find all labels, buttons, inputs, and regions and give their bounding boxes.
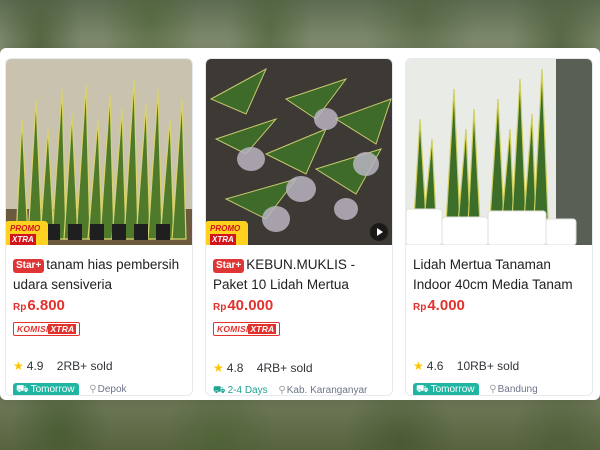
shipping-row: ⛟ Tomorrow ⚲Depok	[13, 383, 127, 395]
star-plus-badge: Star+	[13, 259, 45, 273]
rating-row: ★ 4.6 10RB+ sold	[413, 359, 519, 373]
product-card[interactable]: Lidah Mertua Tanaman Indoor 40cm Media T…	[405, 58, 593, 396]
shipping-tag: ⛟ Tomorrow	[13, 383, 79, 395]
sold-count: 4RB+ sold	[256, 361, 313, 375]
star-plus-badge: Star+	[213, 259, 245, 273]
location-pin-icon: ⚲	[89, 384, 97, 395]
truck-icon: ⛟	[16, 384, 29, 395]
komisi-xtra-badge: KOMISI XTRA	[213, 322, 281, 336]
promo-xtra-label: PROMO XTRA	[6, 221, 48, 245]
promo-xtra-label: PROMO XTRA	[206, 221, 248, 245]
product-grid: PROMO XTRA Star+ tanam hias pembersih uda…	[0, 48, 600, 400]
komisi-xtra-badge: KOMISI XTRA	[13, 322, 81, 336]
shipping-estimate: ⛟ 2-4 Days	[213, 385, 268, 396]
truck-icon: ⛟	[416, 384, 429, 395]
location-pin-icon: ⚲	[278, 385, 286, 396]
rating-row: ★ 4.8 4RB+ sold	[213, 361, 313, 375]
location: ⚲Kab. Karanganyar	[278, 385, 368, 396]
product-image[interactable]: PROMO XTRA	[6, 59, 192, 245]
rating-value: 4.6	[426, 359, 444, 373]
shipping-tag: ⛟ Tomorrow	[413, 383, 479, 395]
rating-value: 4.8	[226, 361, 244, 375]
product-card[interactable]: PROMO XTRA Star+ KEBUN.MUKLIS - Paket 10 …	[205, 58, 393, 396]
product-card[interactable]: PROMO XTRA Star+ tanam hias pembersih uda…	[5, 58, 193, 396]
product-price: Rp4.000	[413, 297, 465, 314]
rating-value: 4.9	[26, 359, 44, 373]
location: ⚲Depok	[89, 384, 127, 395]
product-title[interactable]: Lidah Mertua Tanaman Indoor 40cm Media T…	[413, 255, 586, 295]
shipping-row: ⛟ Tomorrow ⚲Bandung	[413, 383, 538, 395]
product-image[interactable]	[406, 59, 592, 245]
product-price: Rp40.000	[213, 297, 274, 314]
play-icon[interactable]	[370, 223, 388, 241]
product-title[interactable]: Star+ tanam hias pembersih udara sensiver…	[13, 255, 186, 295]
star-icon: ★	[13, 359, 24, 373]
product-price: Rp6.800	[13, 297, 65, 314]
truck-icon: ⛟	[213, 385, 226, 396]
sold-count: 2RB+ sold	[56, 359, 113, 373]
rating-row: ★ 4.9 2RB+ sold	[13, 359, 113, 373]
location-pin-icon: ⚲	[489, 384, 497, 395]
shipping-row: ⛟ 2-4 Days ⚲Kab. Karanganyar	[213, 385, 368, 396]
product-title[interactable]: Star+ KEBUN.MUKLIS - Paket 10 Lidah Mertu…	[213, 255, 386, 295]
star-icon: ★	[213, 361, 224, 375]
star-icon: ★	[413, 359, 424, 373]
location: ⚲Bandung	[489, 384, 538, 395]
sold-count: 10RB+ sold	[456, 359, 520, 373]
product-image[interactable]: PROMO XTRA	[206, 59, 392, 245]
